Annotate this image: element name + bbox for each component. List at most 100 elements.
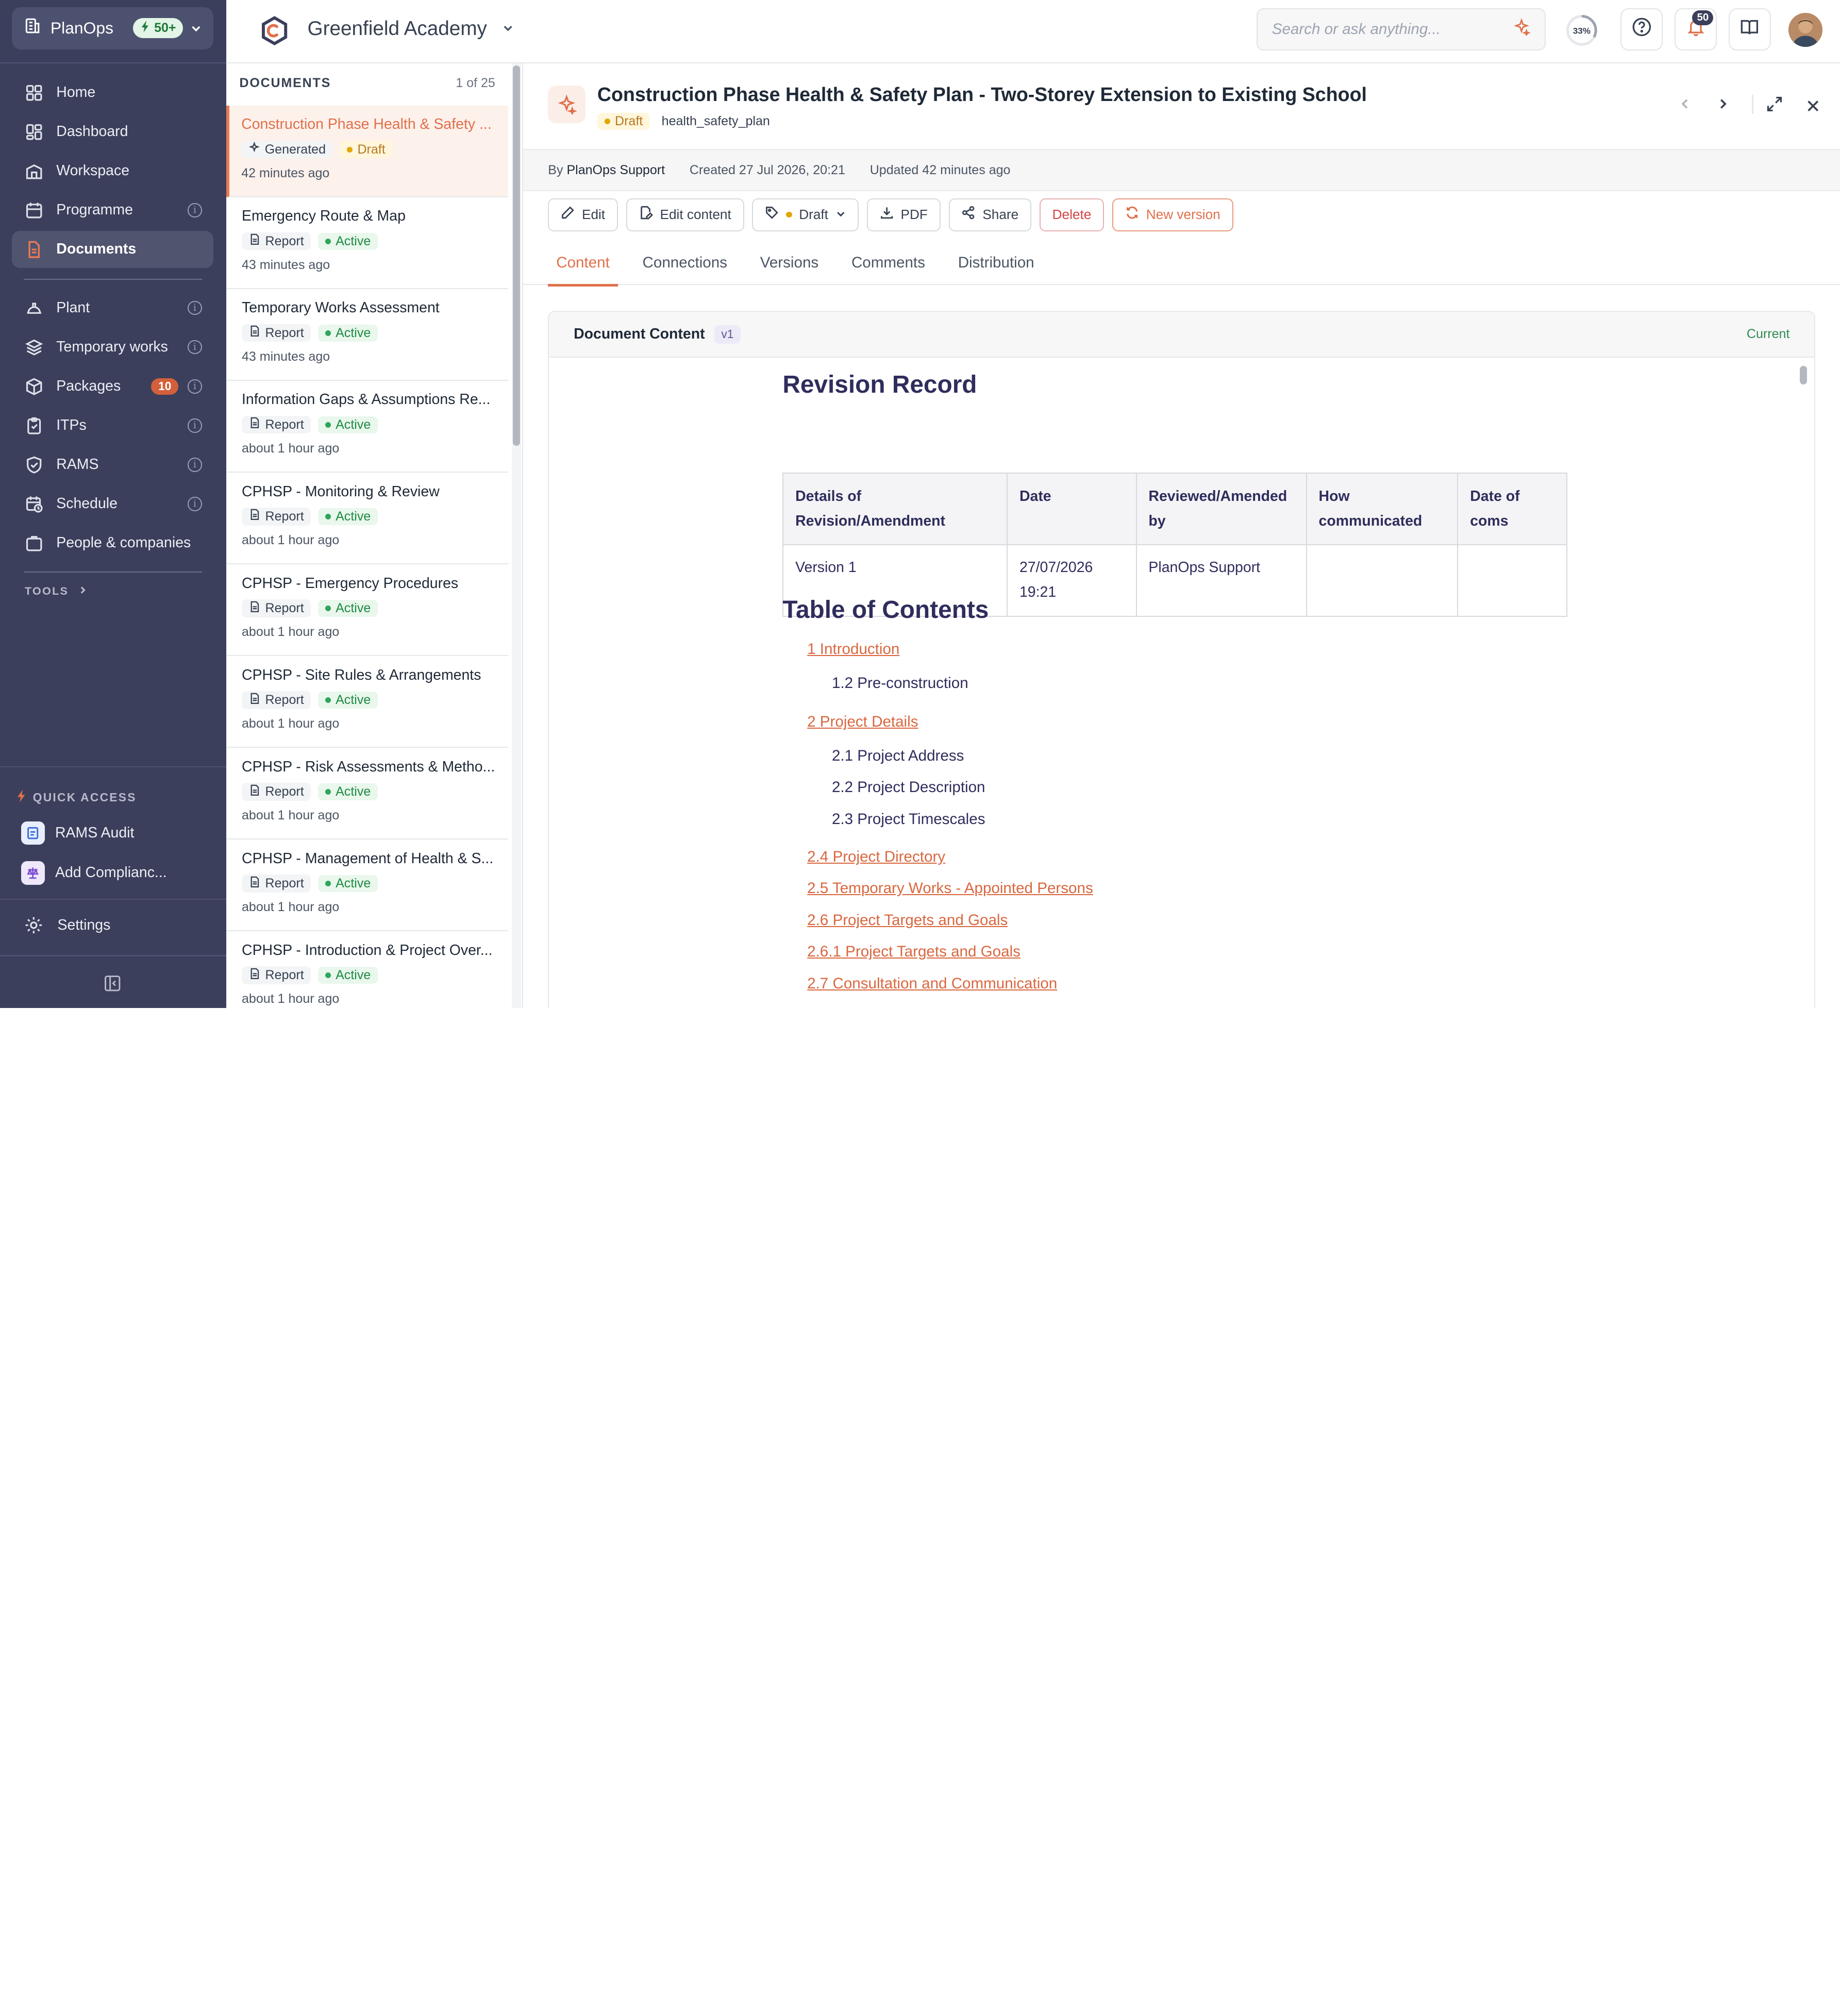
info-icon[interactable]: i — [188, 497, 202, 511]
usage-progress-ring[interactable]: 33% — [1565, 14, 1598, 47]
usage-progress-label: 33% — [1573, 26, 1591, 36]
previous-document-button[interactable] — [1678, 94, 1692, 115]
info-icon[interactable]: i — [188, 203, 202, 217]
tab-content[interactable]: Content — [548, 241, 617, 287]
tab-connections[interactable]: Connections — [643, 241, 727, 285]
toc-link[interactable]: 2.6.1 Project Targets and Goals — [807, 943, 1021, 961]
list-item[interactable]: Construction Phase Health & Safety ... G… — [226, 105, 508, 197]
list-item[interactable]: CPHSP - Management of Health & S... Repo… — [226, 839, 508, 932]
list-item[interactable]: CPHSP - Emergency Procedures Report Acti… — [226, 564, 508, 657]
document-content-card: Document Content v1 Current Revision Rec… — [548, 311, 1816, 1008]
type-tag: Report — [242, 416, 311, 434]
list-item[interactable]: CPHSP - Site Rules & Arrangements Report… — [226, 656, 508, 748]
nav-programme[interactable]: Programme i — [12, 192, 214, 229]
delete-label: Delete — [1052, 207, 1092, 223]
nav-rams[interactable]: RAMS i — [12, 446, 214, 483]
delete-button[interactable]: Delete — [1039, 198, 1105, 231]
tab-distribution[interactable]: Distribution — [958, 241, 1034, 285]
toc-link[interactable]: 2.7 Consultation and Communication — [807, 975, 1057, 993]
toc-link[interactable]: 1 Introduction — [807, 641, 899, 658]
new-version-button[interactable]: New version — [1112, 198, 1233, 231]
status-dot — [325, 880, 331, 887]
quick-access-heading: QUICK ACCESS — [16, 789, 137, 805]
list-item[interactable]: CPHSP - Risk Assessments & Metho... Repo… — [226, 748, 508, 840]
status-badge: Active — [317, 783, 378, 801]
nav-plant[interactable]: Plant i — [12, 289, 214, 327]
document-updated: about 1 hour ago — [242, 900, 340, 915]
tools-toggle[interactable]: TOOLS — [25, 584, 88, 598]
nav-workspace[interactable]: Workspace — [12, 153, 214, 190]
tag-icon — [765, 206, 779, 223]
expand-button[interactable] — [1766, 95, 1783, 116]
info-icon[interactable]: i — [188, 301, 202, 315]
scrollbar-thumb[interactable] — [1800, 366, 1807, 385]
nav-packages[interactable]: Packages 10 i — [12, 367, 214, 405]
status-dot — [325, 238, 331, 244]
project-selector[interactable]: Greenfield Academy — [308, 18, 515, 40]
document-edit-icon — [639, 206, 653, 223]
info-icon[interactable]: i — [188, 418, 202, 433]
nav-dashboard[interactable]: Dashboard — [12, 113, 214, 150]
nav-label: Workspace — [56, 162, 130, 179]
documents-list-panel: DOCUMENTS 1 of 25 Construction Phase Hea… — [226, 63, 524, 1008]
credits-count: 50+ — [154, 21, 176, 36]
content-scrollbar[interactable] — [1800, 364, 1809, 1008]
toc-entry: 2.1 Project Address — [831, 747, 964, 764]
layers-icon — [24, 337, 45, 358]
toc-heading: Table of Contents — [782, 596, 989, 624]
chevron-down-icon — [501, 18, 515, 40]
nav-label: Temporary works — [56, 339, 168, 356]
close-button[interactable] — [1806, 96, 1820, 118]
list-item[interactable]: Emergency Route & Map Report Active 43 m… — [226, 197, 508, 289]
nav-home[interactable]: Home — [12, 74, 214, 111]
notifications-count-badge: 50 — [1692, 10, 1714, 25]
list-item[interactable]: Information Gaps & Assumptions Re... Rep… — [226, 381, 508, 473]
toc-link[interactable]: 2.6 Project Targets and Goals — [807, 912, 1008, 929]
gear-icon — [24, 915, 44, 935]
download-icon — [880, 206, 894, 223]
share-button[interactable]: Share — [948, 198, 1031, 231]
help-button[interactable] — [1620, 8, 1663, 51]
edit-content-button[interactable]: Edit content — [626, 198, 744, 231]
edit-button[interactable]: Edit — [548, 198, 618, 231]
type-tag: Report — [242, 599, 311, 617]
info-icon[interactable]: i — [188, 340, 202, 355]
quick-access-add-compliance[interactable]: Add Complianc... — [21, 859, 167, 887]
tab-comments[interactable]: Comments — [851, 241, 925, 285]
info-icon[interactable]: i — [188, 458, 202, 472]
tab-versions[interactable]: Versions — [760, 241, 818, 285]
nav-temporary-works[interactable]: Temporary works i — [12, 328, 214, 366]
list-item[interactable]: Temporary Works Assessment Report Active… — [226, 289, 508, 381]
search-input[interactable] — [1272, 20, 1513, 38]
document-title: CPHSP - Site Rules & Arrangements — [242, 666, 481, 683]
avatar[interactable] — [1788, 13, 1822, 47]
list-item[interactable]: CPHSP - Monitoring & Review Report Activ… — [226, 473, 508, 565]
status-label: Active — [336, 968, 371, 983]
list-item[interactable]: CPHSP - Introduction & Project Over... R… — [226, 931, 508, 1008]
toc-link[interactable]: 2 Project Details — [807, 713, 918, 731]
nav-schedule[interactable]: Schedule i — [12, 485, 214, 523]
status-label: Active — [336, 325, 371, 340]
info-icon[interactable]: i — [188, 379, 202, 394]
quick-access-rams-audit[interactable]: RAMS Audit — [21, 819, 134, 847]
toc-link[interactable]: 2.4 Project Directory — [807, 848, 945, 866]
nav-settings[interactable]: Settings — [24, 915, 110, 935]
next-document-button[interactable] — [1716, 94, 1730, 115]
toc-link[interactable]: 2.5 Temporary Works - Appointed Persons — [807, 880, 1093, 897]
documents-list-scrollbar[interactable] — [511, 63, 521, 1008]
org-switcher[interactable]: PlanOps 50+ — [11, 7, 214, 49]
report-icon — [249, 693, 261, 708]
sparkle-icon[interactable] — [1513, 18, 1531, 40]
grid-icon — [24, 82, 45, 103]
nav-itps[interactable]: ITPs i — [12, 407, 214, 444]
scrollbar-thumb[interactable] — [512, 65, 520, 446]
nav-people-companies[interactable]: People & companies — [12, 525, 214, 562]
notifications-button[interactable]: 50 — [1674, 8, 1717, 51]
document-title: Construction Phase Health & Safety Plan … — [597, 83, 1367, 105]
book-icon — [1739, 17, 1760, 42]
nav-documents[interactable]: Documents — [11, 230, 214, 268]
status-dropdown[interactable]: Draft — [752, 198, 859, 231]
docs-book-button[interactable] — [1728, 8, 1771, 51]
collapse-sidebar-icon[interactable] — [103, 974, 122, 993]
pdf-button[interactable]: PDF — [866, 198, 941, 231]
